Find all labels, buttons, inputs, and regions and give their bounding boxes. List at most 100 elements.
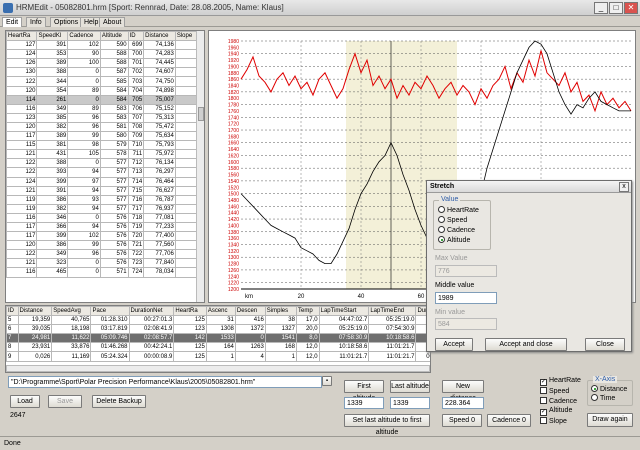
sample-cell[interactable]: 75,972 <box>143 149 176 160</box>
sample-cell[interactable]: 584 <box>99 94 129 105</box>
sample-cell[interactable]: 388 <box>36 158 69 169</box>
stretch-altitude-radio[interactable]: Altitude <box>438 236 470 244</box>
sample-cell[interactable]: 115 <box>6 140 38 151</box>
lap-cell[interactable]: 11:01:21.7 <box>368 342 417 353</box>
lap-cell[interactable]: 05:09.746 <box>90 333 130 344</box>
lap-cell[interactable]: 18,198 <box>51 324 92 335</box>
sample-cell[interactable]: 382 <box>36 203 69 214</box>
sample-cell[interactable]: 76,134 <box>143 158 176 169</box>
lap-cell[interactable]: 12,0 <box>295 351 320 362</box>
sample-cell[interactable]: 120 <box>6 121 38 133</box>
sample-cell[interactable] <box>174 131 199 142</box>
sample-cell[interactable]: 0 <box>67 67 101 78</box>
sample-cell[interactable]: 576 <box>99 249 129 260</box>
sample-cell[interactable]: 0 <box>67 258 101 269</box>
file-path-field[interactable]: "D:\Programme\Sport\Polar Precision Perf… <box>8 376 322 388</box>
accept-and-close-button[interactable]: Accept and close <box>485 338 567 351</box>
sample-cell[interactable]: 116 <box>6 267 38 278</box>
sample-cell[interactable]: 121 <box>6 149 38 160</box>
sample-cell[interactable]: 577 <box>99 176 129 187</box>
sample-cell[interactable]: 711 <box>127 149 145 160</box>
lap-cell[interactable]: 4 <box>234 351 266 362</box>
lap-cell[interactable]: 01:46.268 <box>90 342 130 353</box>
middle-value-field[interactable]: 1989 <box>435 292 497 304</box>
sample-row[interactable]: 127 391 102 590 699 74,136 <box>6 40 199 51</box>
lap-cell[interactable]: 10:18:58.6 <box>318 342 370 353</box>
sample-cell[interactable]: 716 <box>127 194 145 205</box>
lap-cell[interactable]: 11:01:21.7 <box>318 351 370 362</box>
sample-cell[interactable] <box>174 76 199 87</box>
sample-cell[interactable] <box>174 158 199 169</box>
sample-row[interactable]: 119 386 93 577 716 76,787 <box>6 194 199 205</box>
lap-cell[interactable]: 00:27:01.3 <box>128 315 175 326</box>
lap-cell[interactable]: 11,169 <box>51 351 92 362</box>
lap-cell[interactable]: 1308 <box>205 324 236 335</box>
dialog-close-button[interactable]: Close <box>585 338 625 351</box>
sample-cell[interactable]: 705 <box>127 94 145 105</box>
sample-cell[interactable]: 123 <box>6 112 38 123</box>
samples-scrollbar[interactable] <box>196 31 204 302</box>
lap-cell[interactable]: 9 <box>6 351 19 362</box>
close-button[interactable]: ✕ <box>624 2 638 14</box>
menu-info[interactable]: Info <box>26 17 46 27</box>
sample-row[interactable]: 115 381 98 579 710 75,793 <box>6 140 199 151</box>
sample-cell[interactable]: 386 <box>36 240 69 251</box>
lap-row[interactable]: 8 23,931 33,876 01:46.268 00:42:24.1 125 164 12… <box>6 342 430 353</box>
distance-field[interactable]: 228.364 <box>442 397 484 409</box>
lap-cell[interactable]: 00:42:24.1 <box>128 342 175 353</box>
sample-cell[interactable]: 94 <box>67 203 101 214</box>
lap-cell[interactable]: 142 <box>173 333 207 344</box>
sample-cell[interactable]: 382 <box>36 121 69 133</box>
sample-cell[interactable]: 0 <box>67 267 101 278</box>
set-last-altitude-button[interactable]: Set last altitude to first altitude <box>344 414 430 436</box>
sample-cell[interactable]: 99 <box>67 240 101 251</box>
lap-cell[interactable]: 17,0 <box>295 315 320 326</box>
sample-cell[interactable]: 323 <box>36 258 69 269</box>
sample-row[interactable]: 120 354 89 584 704 74,898 <box>6 85 199 96</box>
lap-cell[interactable]: 04:47:02.7 <box>318 315 370 326</box>
lap-cell[interactable]: 1 <box>264 351 297 362</box>
sample-row[interactable]: 130 388 0 587 702 74,607 <box>6 67 199 78</box>
lap-col-header[interactable]: Distance <box>17 306 53 317</box>
sample-cell[interactable]: 97 <box>67 176 101 187</box>
sample-cell[interactable]: 577 <box>99 185 129 196</box>
sample-row[interactable]: 121 431 105 578 711 75,972 <box>6 149 199 160</box>
sample-cell[interactable]: 114 <box>6 94 38 105</box>
sample-cell[interactable]: 122 <box>6 249 38 260</box>
sample-cell[interactable]: 0 <box>67 94 101 105</box>
lap-col-header[interactable]: SpeedAvg <box>51 306 92 317</box>
sample-cell[interactable]: 721 <box>127 240 145 251</box>
sample-cell[interactable]: 124 <box>6 176 38 187</box>
lap-cell[interactable]: 05:25:19.0 <box>318 324 370 335</box>
sample-row[interactable]: 121 323 0 576 723 77,840 <box>6 258 199 269</box>
max-value-field[interactable]: 776 <box>435 265 497 277</box>
sample-cell[interactable]: 122 <box>6 167 38 178</box>
speed-zero-button[interactable]: Speed 0 <box>442 414 482 427</box>
sample-cell[interactable]: 353 <box>36 49 69 60</box>
sample-cell[interactable]: 588 <box>99 58 129 69</box>
sample-cell[interactable]: 94 <box>67 221 101 233</box>
sample-cell[interactable]: 78,034 <box>143 267 176 278</box>
sample-cell[interactable]: 94 <box>67 167 101 178</box>
laps-hscrollbar[interactable] <box>6 365 430 372</box>
lap-col-header[interactable]: Ascenc <box>205 306 236 317</box>
lap-row[interactable]: 7 24,981 11,622 05:09.746 02:08:57.7 142 1533 0… <box>6 333 430 344</box>
sample-cell[interactable]: 389 <box>36 131 69 142</box>
sample-cell[interactable]: 74,898 <box>143 85 176 96</box>
sample-cell[interactable]: 75,472 <box>143 121 176 133</box>
lap-cell[interactable]: 31 <box>205 315 236 326</box>
sample-cell[interactable]: 579 <box>99 140 129 151</box>
sample-cell[interactable]: 576 <box>99 258 129 269</box>
lap-col-header[interactable]: DurationNet <box>128 306 175 317</box>
sample-cell[interactable]: 381 <box>36 140 69 151</box>
lap-cell[interactable]: 125 <box>173 315 207 326</box>
sample-cell[interactable]: 715 <box>127 185 145 196</box>
sample-cell[interactable]: 100 <box>67 58 101 69</box>
lap-cell[interactable]: 1372 <box>234 324 266 335</box>
sample-cell[interactable]: 710 <box>127 140 145 151</box>
sample-cell[interactable]: 708 <box>127 121 145 133</box>
sample-cell[interactable]: 74,136 <box>143 40 176 51</box>
sample-cell[interactable]: 76,627 <box>143 185 176 196</box>
sample-cell[interactable]: 102 <box>67 231 101 242</box>
lap-cell[interactable]: 0 <box>234 333 266 344</box>
